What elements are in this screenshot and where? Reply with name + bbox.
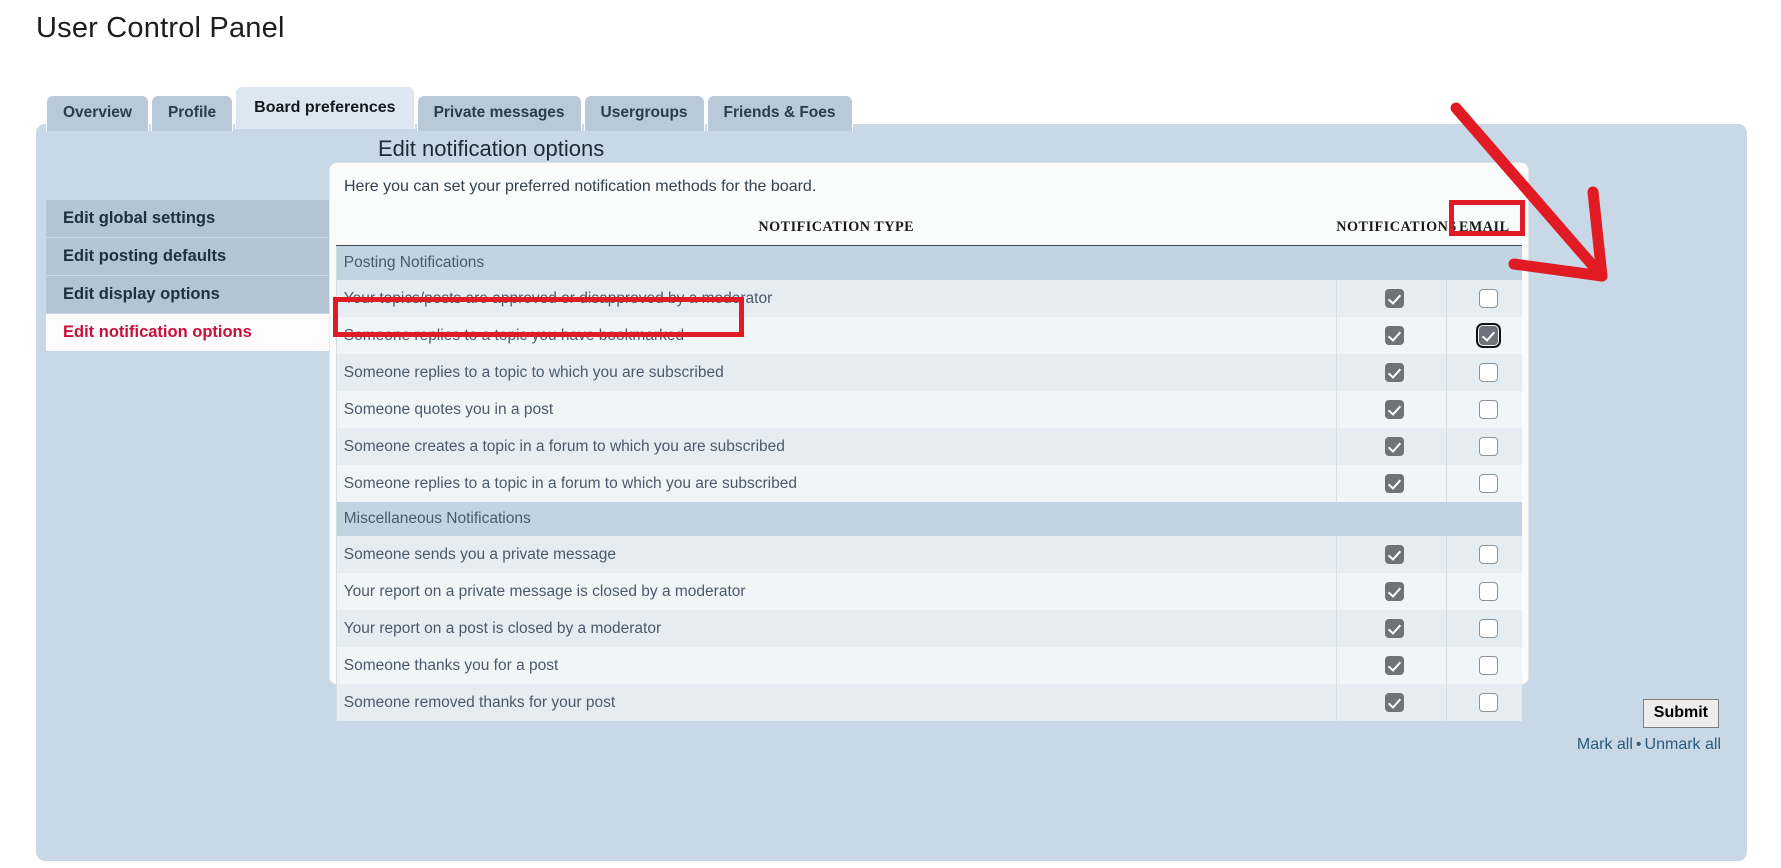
checkbox-checked-icon[interactable] (1385, 289, 1404, 308)
tab-board-preferences[interactable]: Board preferences (235, 86, 414, 129)
checkbox-unchecked-icon[interactable] (1479, 437, 1498, 456)
checkbox-checked-icon[interactable] (1385, 545, 1404, 564)
notification-type-label: Your report on a post is closed by a mod… (336, 610, 1336, 647)
notification-type-label: Someone removed thanks for your post (336, 684, 1336, 721)
email-checkbox-cell[interactable] (1446, 391, 1522, 428)
checkbox-unchecked-icon[interactable] (1479, 693, 1498, 712)
notification-type-label: Your report on a private message is clos… (336, 573, 1336, 610)
email-checkbox-cell[interactable] (1446, 354, 1522, 391)
checkbox-checked-icon[interactable] (1385, 400, 1404, 419)
notifications-checkbox-cell[interactable] (1336, 684, 1446, 721)
checkbox-checked-icon[interactable] (1479, 326, 1498, 345)
checkbox-checked-icon[interactable] (1385, 656, 1404, 675)
table-section-header: Miscellaneous Notifications (336, 502, 1522, 536)
notification-type-label: Someone quotes you in a post (336, 391, 1336, 428)
notifications-checkbox-cell[interactable] (1336, 428, 1446, 465)
notification-options-table: NOTIFICATION TYPE NOTIFICATIONS EMAIL Po… (336, 213, 1523, 721)
tab-private-messages[interactable]: Private messages (417, 95, 582, 132)
notification-type-label: Someone creates a topic in a forum to wh… (336, 428, 1336, 465)
notifications-checkbox-cell[interactable] (1336, 610, 1446, 647)
checkbox-unchecked-icon[interactable] (1479, 289, 1498, 308)
notifications-checkbox-cell[interactable] (1336, 354, 1446, 391)
email-checkbox-cell[interactable] (1446, 465, 1522, 502)
notification-type-label: Someone replies to a topic you have book… (336, 317, 1336, 354)
page-title: User Control Panel (36, 12, 285, 45)
content-heading: Edit notification options (378, 136, 604, 162)
footer-links: Mark all•Unmark all (1577, 736, 1721, 754)
link-separator: • (1633, 736, 1645, 753)
section-title: Posting Notifications (336, 246, 1522, 281)
checkbox-unchecked-icon[interactable] (1479, 656, 1498, 675)
notification-type-label: Someone replies to a topic in a forum to… (336, 465, 1336, 502)
column-header-email: EMAIL (1446, 213, 1522, 246)
table-row: Someone replies to a topic you have book… (336, 317, 1522, 354)
table-row: Someone removed thanks for your post (336, 684, 1522, 721)
checkbox-checked-icon[interactable] (1385, 474, 1404, 493)
table-row: Someone quotes you in a post (336, 391, 1522, 428)
section-title: Miscellaneous Notifications (336, 502, 1522, 536)
checkbox-unchecked-icon[interactable] (1479, 400, 1498, 419)
table-section-header: Posting Notifications (336, 246, 1522, 281)
table-row: Your report on a post is closed by a mod… (336, 610, 1522, 647)
checkbox-checked-icon[interactable] (1385, 326, 1404, 345)
table-row: Someone thanks you for a post (336, 647, 1522, 684)
tab-bar: OverviewProfileBoard preferencesPrivate … (46, 86, 853, 129)
checkbox-unchecked-icon[interactable] (1479, 363, 1498, 382)
notification-type-label: Someone replies to a topic to which you … (336, 354, 1336, 391)
notifications-checkbox-cell[interactable] (1336, 391, 1446, 428)
checkbox-checked-icon[interactable] (1385, 363, 1404, 382)
column-header-notification-type: NOTIFICATION TYPE (336, 213, 1336, 246)
notifications-checkbox-cell[interactable] (1336, 536, 1446, 573)
user-control-panel-page: User Control Panel OverviewProfileBoard … (0, 0, 1781, 868)
mark-all-link[interactable]: Mark all (1577, 736, 1633, 753)
checkbox-checked-icon[interactable] (1385, 437, 1404, 456)
email-checkbox-cell[interactable] (1446, 610, 1522, 647)
email-checkbox-cell[interactable] (1446, 573, 1522, 610)
email-checkbox-cell[interactable] (1446, 536, 1522, 573)
checkbox-checked-icon[interactable] (1385, 619, 1404, 638)
email-checkbox-cell[interactable] (1446, 684, 1522, 721)
notification-type-label: Your topics/posts are approved or disapp… (336, 280, 1336, 317)
table-row: Your report on a private message is clos… (336, 573, 1522, 610)
unmark-all-link[interactable]: Unmark all (1645, 736, 1721, 753)
notification-type-label: Someone sends you a private message (336, 536, 1336, 573)
email-checkbox-cell[interactable] (1446, 428, 1522, 465)
table-row: Someone replies to a topic to which you … (336, 354, 1522, 391)
ucp-panel: Edit notification options Edit global se… (36, 124, 1747, 861)
notification-options-card: Here you can set your preferred notifica… (329, 162, 1529, 685)
table-row: Someone creates a topic in a forum to wh… (336, 428, 1522, 465)
notifications-checkbox-cell[interactable] (1336, 317, 1446, 354)
tab-overview[interactable]: Overview (46, 95, 149, 132)
table-row: Your topics/posts are approved or disapp… (336, 280, 1522, 317)
checkbox-checked-icon[interactable] (1385, 693, 1404, 712)
table-row: Someone replies to a topic in a forum to… (336, 465, 1522, 502)
tab-usergroups[interactable]: Usergroups (584, 95, 705, 132)
checkbox-unchecked-icon[interactable] (1479, 474, 1498, 493)
notifications-checkbox-cell[interactable] (1336, 280, 1446, 317)
notifications-checkbox-cell[interactable] (1336, 573, 1446, 610)
checkbox-unchecked-icon[interactable] (1479, 582, 1498, 601)
checkbox-checked-icon[interactable] (1385, 582, 1404, 601)
notifications-checkbox-cell[interactable] (1336, 647, 1446, 684)
email-checkbox-cell[interactable] (1446, 647, 1522, 684)
email-checkbox-cell[interactable] (1446, 280, 1522, 317)
tab-friends-foes[interactable]: Friends & Foes (707, 95, 853, 132)
column-header-notifications: NOTIFICATIONS (1336, 213, 1446, 246)
checkbox-unchecked-icon[interactable] (1479, 619, 1498, 638)
tab-profile[interactable]: Profile (151, 95, 233, 132)
notification-type-label: Someone thanks you for a post (336, 647, 1336, 684)
notifications-checkbox-cell[interactable] (1336, 465, 1446, 502)
card-intro-text: Here you can set your preferred notifica… (330, 163, 1528, 196)
submit-button[interactable]: Submit (1643, 699, 1719, 728)
table-row: Someone sends you a private message (336, 536, 1522, 573)
checkbox-unchecked-icon[interactable] (1479, 545, 1498, 564)
email-checkbox-cell[interactable] (1446, 317, 1522, 354)
table-header-row: NOTIFICATION TYPE NOTIFICATIONS EMAIL (336, 213, 1522, 246)
